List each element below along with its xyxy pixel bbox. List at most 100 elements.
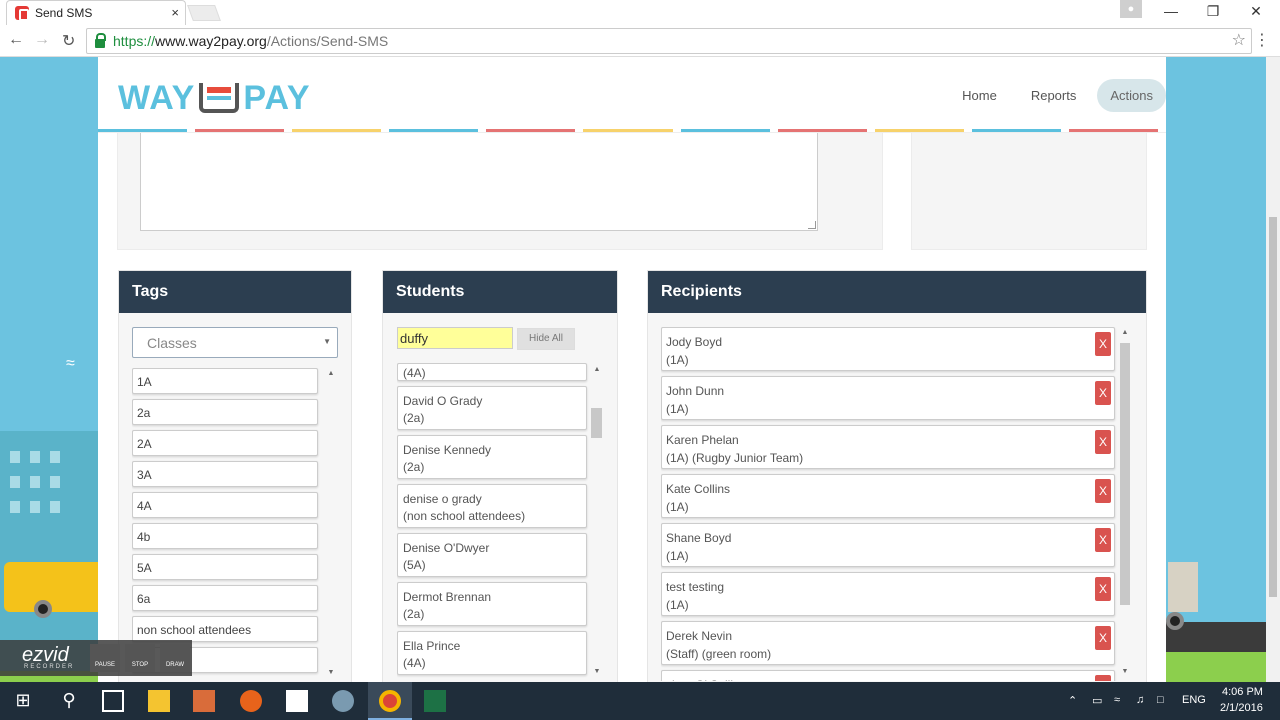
header-stripe <box>777 129 867 132</box>
menu-icon[interactable]: ⋮ <box>1254 30 1270 50</box>
task-view-icon[interactable] <box>102 690 124 712</box>
clock-time[interactable]: 4:06 PM <box>1222 686 1263 698</box>
windows-start-icon[interactable]: ⊞ <box>12 690 34 712</box>
scroll-down-icon[interactable]: ▼ <box>592 668 602 675</box>
remove-recipient-button[interactable]: X <box>1095 626 1111 650</box>
tag-item[interactable]: 3A <box>132 461 318 487</box>
browser-tab[interactable]: Send SMS × <box>6 0 186 25</box>
media-app-icon[interactable] <box>193 690 215 712</box>
message-textarea[interactable] <box>140 133 818 231</box>
student-item[interactable]: denise o grady (non school attendees) <box>397 484 587 528</box>
language-indicator[interactable]: ENG <box>1182 694 1206 706</box>
remove-recipient-button[interactable]: X <box>1095 381 1111 405</box>
tag-item[interactable]: 5A <box>132 554 318 580</box>
chrome-taskbar-active[interactable] <box>368 682 412 720</box>
student-search-input[interactable] <box>397 327 513 349</box>
stop-button[interactable]: STOP <box>125 644 155 672</box>
reload-icon[interactable]: ↻ <box>62 31 75 51</box>
header-stripes <box>98 129 1166 132</box>
pause-button[interactable]: PAUSE <box>90 644 120 672</box>
nav-reports[interactable]: Reports <box>1018 79 1090 112</box>
scroll-down-icon[interactable]: ▼ <box>326 669 336 676</box>
recipient-name: Karen Phelan <box>666 433 739 447</box>
scroll-down-icon[interactable]: ▼ <box>1120 668 1130 675</box>
way2pay-logo[interactable]: WAY PAY <box>118 79 311 118</box>
battery-icon[interactable]: ▭ <box>1092 694 1102 707</box>
draw-button[interactable]: DRAW <box>160 644 190 672</box>
recipient-detail: (1A) <box>666 402 689 416</box>
tag-item[interactable]: 2A <box>132 430 318 456</box>
student-item[interactable]: Ella Prince (4A) <box>397 631 587 675</box>
network-icon[interactable]: ≈ <box>1114 694 1120 706</box>
notifications-icon[interactable]: □ <box>1157 694 1164 706</box>
forward-arrow-icon[interactable]: → <box>34 31 50 49</box>
tag-item[interactable]: 6a <box>132 585 318 611</box>
close-window-icon[interactable]: ✕ <box>1241 3 1271 20</box>
file-explorer-icon[interactable] <box>148 690 170 712</box>
recipient-item: Kate Collins (1A) X <box>661 474 1115 518</box>
back-arrow-icon[interactable]: ← <box>8 31 24 49</box>
bookmark-star-icon[interactable]: ☆ <box>1232 30 1246 50</box>
tags-title: Tags <box>119 271 351 313</box>
store-icon[interactable] <box>286 690 308 712</box>
student-name: David O Grady <box>403 394 483 408</box>
recipient-detail: (1A) <box>666 353 689 367</box>
remove-recipient-button[interactable]: X <box>1095 479 1111 503</box>
page-scroll-thumb[interactable] <box>1269 217 1277 597</box>
student-item[interactable]: Denise O'Dwyer (5A) <box>397 533 587 577</box>
app-icon[interactable] <box>332 690 354 712</box>
new-tab-button[interactable] <box>187 5 221 21</box>
recipient-scroll-thumb[interactable] <box>1120 343 1130 605</box>
tab-close-icon[interactable]: × <box>171 5 179 20</box>
nav-home[interactable]: Home <box>949 79 1010 112</box>
student-scroll-thumb[interactable] <box>591 408 602 438</box>
profile-icon[interactable]: ● <box>1120 0 1142 18</box>
recipient-name: Jody Boyd <box>666 335 723 349</box>
logo-text-left: WAY <box>118 79 196 117</box>
scroll-up-icon[interactable]: ▲ <box>592 366 602 373</box>
student-item[interactable]: Denise Kennedy (2a) <box>397 435 587 479</box>
remove-recipient-button[interactable]: X <box>1095 430 1111 454</box>
tag-item[interactable]: 1A <box>132 368 318 394</box>
student-item[interactable]: Dermot Brennan (2a) <box>397 582 587 626</box>
tags-panel: Tags Classes ▼ 1A 2a 2A 3A 4A 4b 5A 6a non schoo… <box>118 270 352 682</box>
search-icon[interactable]: ⚲ <box>58 690 80 712</box>
remove-recipient-button[interactable]: X <box>1095 332 1111 356</box>
hide-all-button[interactable]: Hide All <box>517 328 575 350</box>
recipient-detail: (1A) <box>666 500 689 514</box>
scroll-up-icon[interactable]: ▲ <box>1120 329 1130 336</box>
page-viewport: ≈ WAY PAY Home Reports Actions Tags Class… <box>0 57 1266 682</box>
recipients-title: Recipients <box>648 271 1146 313</box>
chevron-down-icon: ▼ <box>323 337 331 346</box>
nav-actions[interactable]: Actions <box>1097 79 1166 112</box>
volume-icon[interactable]: ♫ <box>1136 694 1144 706</box>
remove-recipient-button[interactable]: X <box>1095 577 1111 601</box>
firefox-icon[interactable] <box>240 690 262 712</box>
scroll-up-icon[interactable]: ▲ <box>326 370 336 377</box>
student-name: Ella Prince <box>403 639 461 653</box>
tag-type-value: Classes <box>147 335 197 351</box>
tag-item[interactable]: 2a <box>132 399 318 425</box>
browser-tab-bar: Send SMS × ● — ❐ ✕ <box>0 0 1280 25</box>
excel-icon[interactable] <box>424 690 446 712</box>
remove-recipient-button[interactable]: X <box>1095 528 1111 552</box>
student-item[interactable]: David O Grady (2a) <box>397 386 587 430</box>
tag-item[interactable]: non school attendees <box>132 616 318 642</box>
main-container: WAY PAY Home Reports Actions Tags Classes… <box>98 57 1166 682</box>
show-hidden-icons-icon[interactable]: ⌃ <box>1068 694 1077 707</box>
minimize-icon[interactable]: — <box>1156 3 1186 19</box>
remove-recipient-button[interactable]: X <box>1095 675 1111 681</box>
tag-type-select[interactable]: Classes ▼ <box>132 327 338 358</box>
student-item[interactable]: (4A) <box>397 363 587 381</box>
header-stripe <box>389 129 479 132</box>
page-scrollbar[interactable] <box>1266 57 1280 682</box>
recipient-name: Kate Collins <box>666 482 731 496</box>
url-input[interactable]: https:// www.way2pay.org /Actions/Send-S… <box>86 28 1252 54</box>
resize-grip-icon[interactable] <box>808 221 816 229</box>
tag-item[interactable]: 4b <box>132 523 318 549</box>
tag-item[interactable]: 4A <box>132 492 318 518</box>
clock-date[interactable]: 2/1/2016 <box>1220 702 1263 714</box>
recipient-item: test testing (1A) X <box>661 572 1115 616</box>
header-stripe <box>292 129 382 132</box>
restore-icon[interactable]: ❐ <box>1198 3 1228 20</box>
